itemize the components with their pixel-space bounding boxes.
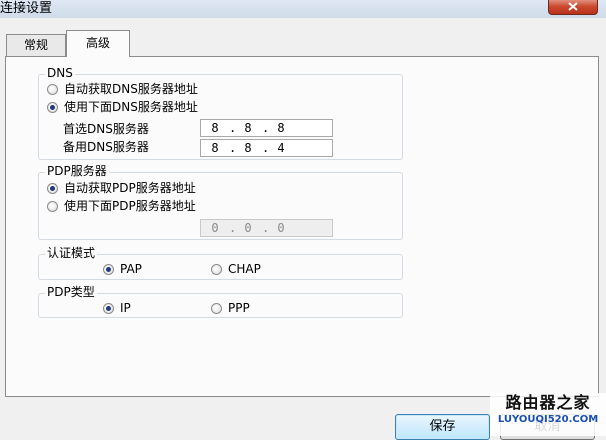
pdp-type-ip-radio-dot: [103, 302, 114, 314]
tab-general-label: 常规: [23, 38, 48, 52]
pdp-manual-radio[interactable]: 使用下面PDP服务器地址: [47, 199, 196, 213]
pdp-type-legend: PDP类型: [45, 285, 97, 299]
primary-dns-input[interactable]: 8. 8. 8: [200, 119, 333, 137]
tab-advanced-label: 高级: [85, 36, 110, 50]
secondary-dns-octet-2: 8: [244, 141, 252, 155]
primary-dns-octet-1: 8: [211, 121, 219, 135]
close-icon: [568, 1, 578, 11]
secondary-dns-octet-3: 4: [277, 141, 285, 155]
pdp-auto-radio-dot: [47, 182, 58, 194]
window-title: 连接设置: [0, 1, 53, 16]
pdp-manual-label: 使用下面PDP服务器地址: [64, 199, 196, 213]
primary-dns-label: 首选DNS服务器: [63, 122, 149, 136]
tab-general[interactable]: 常规: [6, 34, 66, 56]
dns-manual-radio-dot: [47, 101, 58, 113]
dns-legend: DNS: [45, 66, 75, 80]
pdp-server-legend: PDP服务器: [45, 164, 109, 178]
auth-pap-label: PAP: [120, 262, 142, 276]
pdp-auto-label: 自动获取PDP服务器地址: [64, 181, 196, 195]
dns-auto-radio[interactable]: 自动获取DNS服务器地址: [47, 82, 198, 96]
auth-mode-legend: 认证模式: [45, 246, 98, 260]
pdp-address-octet-2: 0: [244, 221, 252, 235]
close-button[interactable]: [548, 0, 598, 15]
save-button[interactable]: 保存: [395, 414, 490, 440]
primary-dns-octet-2: 8: [244, 121, 252, 135]
auth-chap-radio-dot: [211, 263, 222, 275]
secondary-dns-label: 备用DNS服务器: [63, 140, 149, 154]
pdp-server-address-input[interactable]: 0. 0. 0: [200, 219, 333, 237]
pdp-type-ppp-label: PPP: [228, 301, 250, 315]
tab-advanced[interactable]: 高级: [66, 30, 130, 57]
watermark-title: 路由器之家: [505, 393, 591, 412]
dns-auto-label: 自动获取DNS服务器地址: [64, 82, 198, 96]
secondary-dns-input[interactable]: 8. 8. 4: [200, 139, 333, 157]
pdp-type-ip-label: IP: [120, 301, 131, 315]
pdp-address-octet-3: 0: [277, 221, 285, 235]
pdp-type-ppp-radio[interactable]: PPP: [211, 301, 250, 315]
pdp-address-octet-1: 0: [211, 221, 219, 235]
watermark-url: LUYOUQI520.COM: [497, 414, 599, 425]
dns-manual-label: 使用下面DNS服务器地址: [64, 100, 198, 114]
auth-pap-radio-dot: [103, 263, 114, 275]
pdp-auto-radio[interactable]: 自动获取PDP服务器地址: [47, 181, 196, 195]
pdp-type-ppp-radio-dot: [211, 302, 222, 314]
primary-dns-octet-3: 8: [277, 121, 285, 135]
pdp-manual-radio-dot: [47, 200, 58, 212]
title-bar: 连接设置: [0, 0, 606, 18]
auth-chap-label: CHAP: [228, 262, 261, 276]
watermark-logo: 路由器之家 LUYOUQI520.COM: [490, 393, 606, 436]
auth-pap-radio[interactable]: PAP: [103, 262, 142, 276]
dns-manual-radio[interactable]: 使用下面DNS服务器地址: [47, 100, 198, 114]
secondary-dns-octet-1: 8: [211, 141, 219, 155]
auth-chap-radio[interactable]: CHAP: [211, 262, 261, 276]
pdp-type-ip-radio[interactable]: IP: [103, 301, 131, 315]
dns-auto-radio-dot: [47, 83, 58, 95]
